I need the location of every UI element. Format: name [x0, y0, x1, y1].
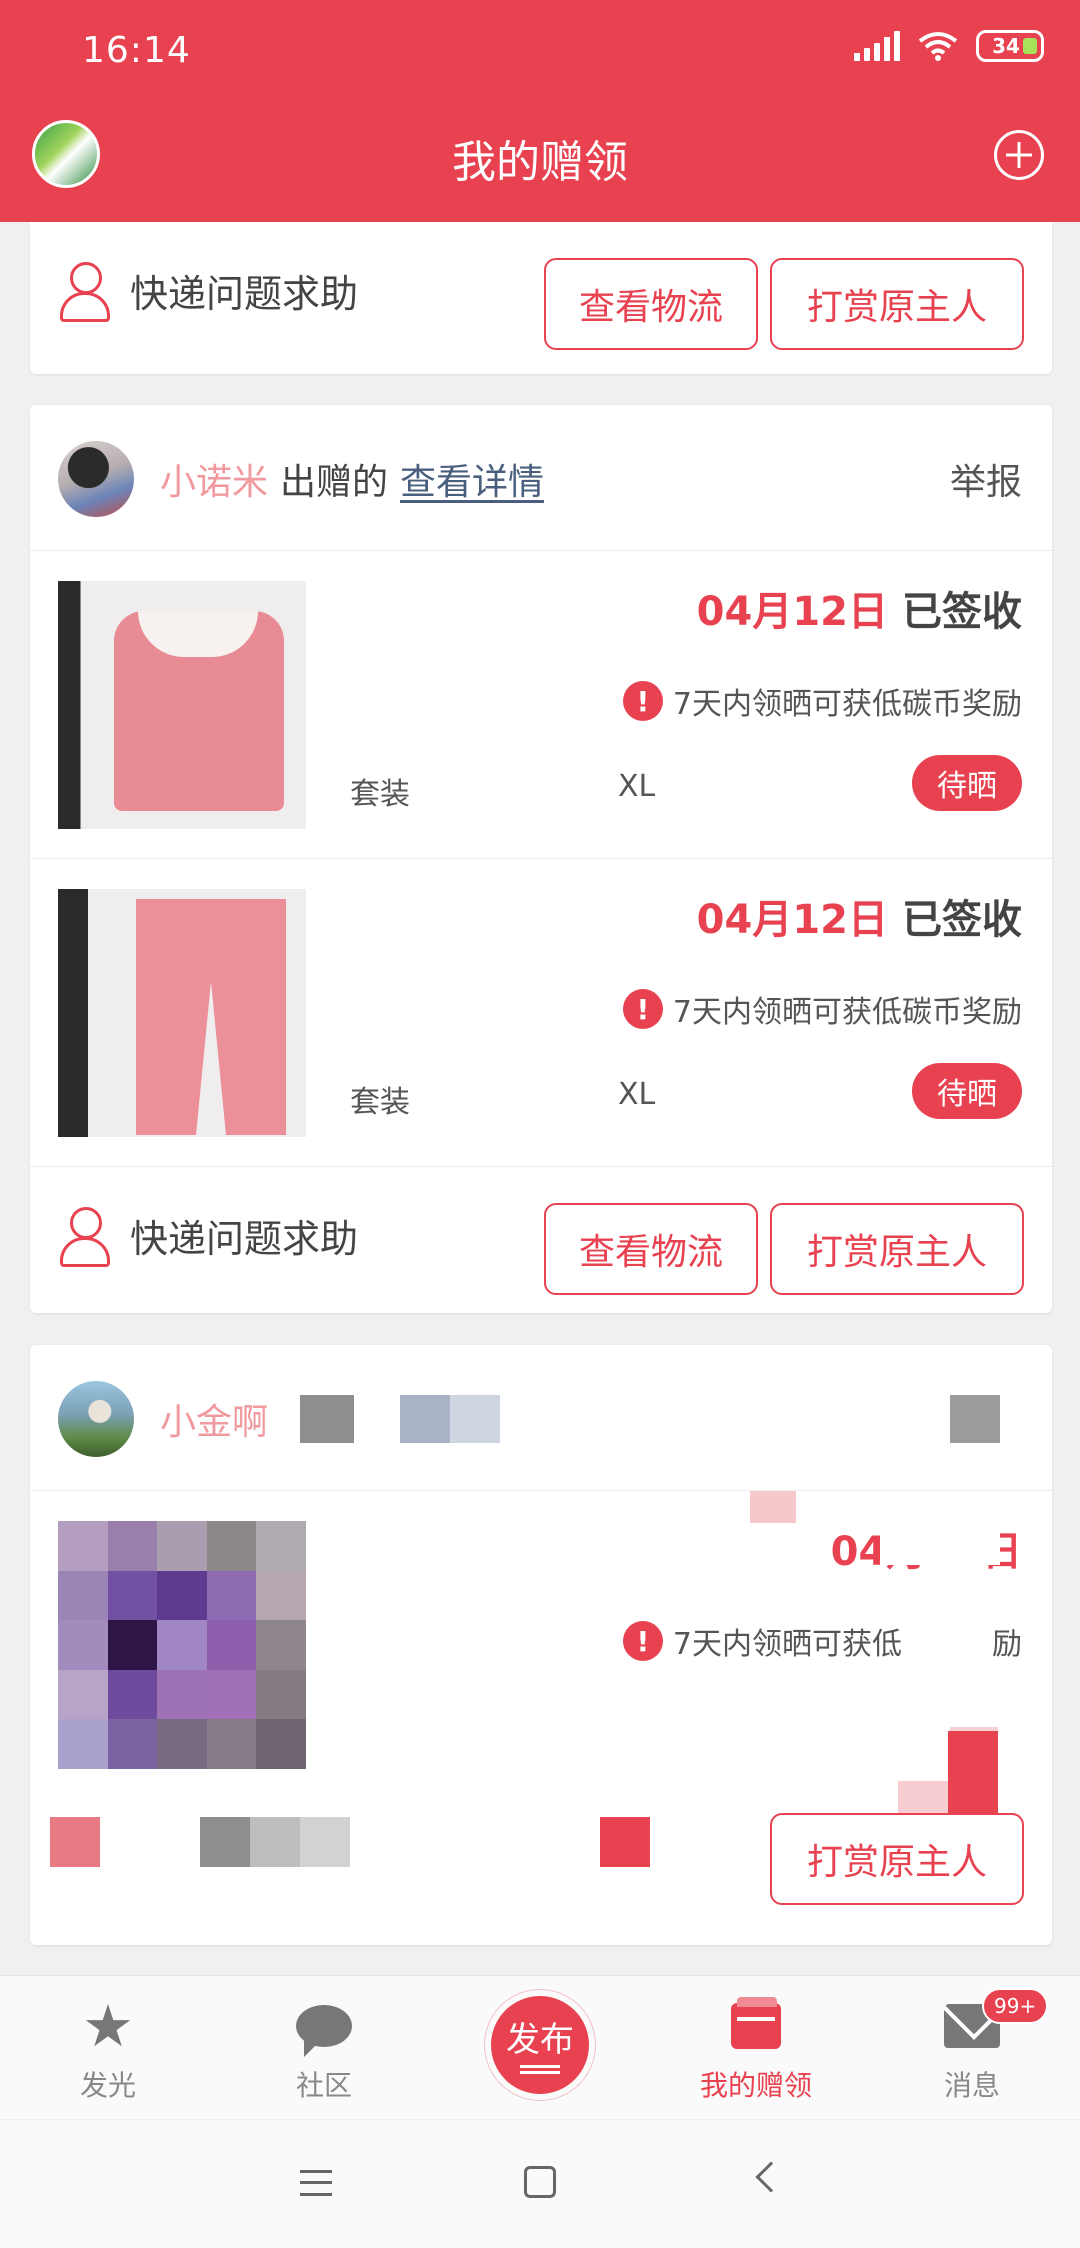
- menu-icon[interactable]: [300, 2170, 332, 2196]
- courier-help-button[interactable]: 快递问题求助: [60, 262, 359, 322]
- pixelation-block: [750, 1491, 796, 1523]
- pixelation-block: [400, 1395, 450, 1443]
- nav-item-glow[interactable]: ★ 发光: [28, 1994, 188, 2104]
- chat-icon: [296, 2005, 352, 2057]
- message-count-badge: 99+: [982, 1988, 1049, 2024]
- nav-item-my-donations[interactable]: 我的赠领: [676, 1994, 836, 2104]
- card-header: 小诺米 出赠的 查看详情 举报: [30, 405, 1052, 551]
- pixelation-block: [250, 1817, 300, 1867]
- courier-help-button[interactable]: 快递问题求助: [60, 1207, 359, 1267]
- publish-label: 发布: [506, 2020, 574, 2060]
- pixelation-block: [880, 1505, 1000, 1565]
- signal-icon: [854, 31, 900, 61]
- add-button[interactable]: [994, 130, 1044, 180]
- donation-card: 小诺米 出赠的 查看详情 举报 04月12日 已签收 ! 7天内领晒可获低碳币奖励…: [30, 405, 1052, 1313]
- top-bar: 16:14 34 我的赠领: [0, 0, 1080, 222]
- card-header-text: 小诺米 出赠的 查看详情: [160, 453, 544, 505]
- nav-label: 社区: [295, 2069, 352, 2102]
- warning-icon: !: [622, 989, 663, 1029]
- warning-icon: !: [622, 681, 663, 721]
- pixelation-block: [200, 1817, 250, 1867]
- item-category: 套装: [350, 1085, 410, 1120]
- list-item[interactable]: 04月11日 ! 7天内领晒可获低 励: [30, 1491, 1052, 1799]
- view-logistics-button[interactable]: 查看物流: [544, 258, 758, 350]
- view-details-link[interactable]: 查看详情: [400, 453, 544, 505]
- reward-tip: ! 7天内领晒可获低 励: [622, 1619, 1022, 1663]
- status-time: 16:14: [82, 30, 191, 71]
- publish-button[interactable]: 发布: [485, 1990, 595, 2100]
- courier-help-label: 快递问题求助: [130, 1216, 359, 1261]
- page-title: 我的赠领: [452, 137, 628, 188]
- wallet-icon: [731, 1997, 781, 2049]
- item-size: XL: [618, 769, 656, 804]
- menu-lines-icon: [520, 2065, 560, 2074]
- avatar[interactable]: [58, 441, 134, 517]
- pixelation-block: [300, 1817, 350, 1867]
- wifi-icon: [918, 32, 958, 61]
- person-icon: [60, 262, 110, 322]
- nav-item-community[interactable]: 社区: [244, 1994, 404, 2104]
- reward-tip: ! 7天内领晒可获低碳币奖励: [622, 987, 1022, 1031]
- item-size: XL: [618, 1077, 656, 1112]
- donor-name[interactable]: 小金啊: [160, 1393, 268, 1445]
- nav-label: 消息: [943, 2069, 1000, 2102]
- pixelation-block: [300, 1395, 354, 1443]
- donated-label: 出赠的: [280, 462, 389, 503]
- status-badge[interactable]: 待晒: [912, 755, 1022, 811]
- item-thumbnail[interactable]: [58, 1521, 306, 1769]
- person-icon: [60, 1207, 110, 1267]
- tip-owner-button[interactable]: 打赏原主人: [770, 1813, 1024, 1905]
- list-item[interactable]: 04月12日 已签收 ! 7天内领晒可获低碳币奖励 套装 XL 待晒: [30, 859, 1052, 1167]
- card-footer: 打赏原主人: [30, 1777, 1052, 1923]
- pixelation-block: [600, 1817, 650, 1867]
- nav-label: 我的赠领: [699, 2069, 812, 2102]
- avatar[interactable]: [58, 1381, 134, 1457]
- pixelation-block: [450, 1395, 500, 1443]
- item-date: 04月12日 已签收: [696, 589, 1022, 635]
- pixelation-block: [950, 1395, 1000, 1443]
- report-button[interactable]: 举报: [950, 453, 1022, 505]
- tip-owner-button[interactable]: 打赏原主人: [770, 258, 1024, 350]
- item-category: 套装: [350, 777, 410, 812]
- card-header: 小金啊: [30, 1345, 1052, 1491]
- card-footer: 快递问题求助 查看物流 打赏原主人: [30, 1167, 1052, 1313]
- nav-item-messages[interactable]: 99+ 消息: [892, 1988, 1052, 2104]
- battery-icon: 34: [976, 30, 1044, 62]
- item-date: 04月12日 已签收: [696, 897, 1022, 943]
- status-icons: 34: [854, 30, 1044, 62]
- back-icon[interactable]: [755, 2161, 787, 2193]
- item-thumbnail[interactable]: [58, 581, 306, 829]
- star-icon: ★: [82, 1992, 134, 2060]
- nav-label: 发光: [79, 2069, 136, 2102]
- donor-name[interactable]: 小诺米: [160, 453, 268, 505]
- reward-tip: ! 7天内领晒可获低碳币奖励: [622, 679, 1022, 723]
- battery-level: 34: [992, 34, 1020, 58]
- donation-card: 快递问题求助 查看物流 打赏原主人: [30, 222, 1052, 374]
- item-thumbnail[interactable]: [58, 889, 306, 1137]
- card-footer: 快递问题求助 查看物流 打赏原主人: [30, 222, 1052, 368]
- warning-icon: !: [622, 1621, 663, 1661]
- tip-owner-button[interactable]: 打赏原主人: [770, 1203, 1024, 1295]
- view-logistics-button[interactable]: 查看物流: [544, 1203, 758, 1295]
- courier-help-label: 快递问题求助: [130, 271, 359, 316]
- list-item[interactable]: 04月12日 已签收 ! 7天内领晒可获低碳币奖励 套装 XL 待晒: [30, 551, 1052, 859]
- donation-card: 小金啊 04月11日 ! 7天内领晒可获低 励: [30, 1345, 1052, 1945]
- pixelation-block: [50, 1817, 100, 1867]
- card-header-text: 小金啊: [160, 1393, 268, 1445]
- home-icon[interactable]: [524, 2166, 556, 2198]
- status-badge[interactable]: 待晒: [912, 1063, 1022, 1119]
- system-nav-bar: [0, 2120, 1080, 2248]
